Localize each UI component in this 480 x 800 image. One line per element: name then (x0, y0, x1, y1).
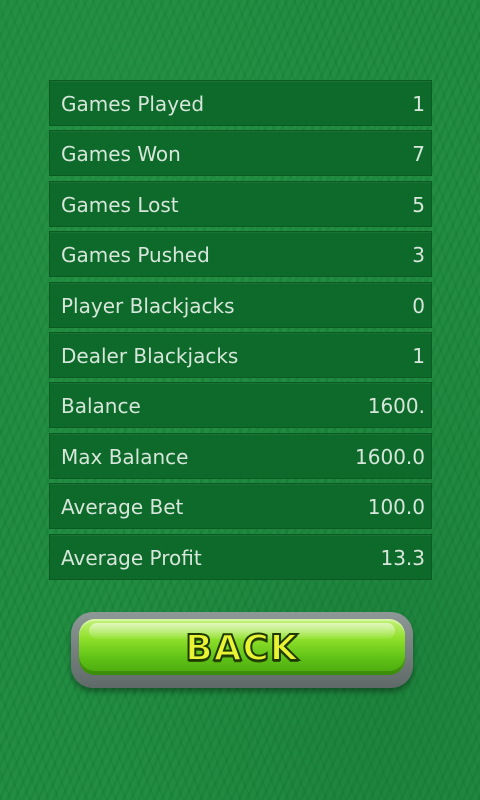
stat-row-dealer-blackjacks: Dealer Blackjacks 1 (49, 331, 432, 378)
stat-value: 0 (412, 293, 425, 318)
stat-value: 13.3 (380, 545, 425, 570)
stat-label: Average Bet (61, 495, 184, 520)
stat-value: 5 (412, 192, 425, 217)
stat-label: Games Pushed (61, 243, 210, 268)
stat-value: 1 (412, 343, 425, 368)
stat-row-games-lost: Games Lost 5 (49, 180, 432, 227)
stat-row-games-played: Games Played 1 (49, 80, 432, 126)
back-button-face[interactable]: BACK (79, 619, 405, 675)
back-button-label: BACK (184, 627, 299, 670)
stat-label: Games Lost (61, 192, 179, 217)
stat-value: 7 (412, 142, 425, 167)
stat-value: 3 (412, 243, 425, 268)
stat-label: Dealer Blackjacks (61, 343, 239, 368)
stat-label: Balance (61, 394, 141, 419)
stat-row-max-balance: Max Balance 1600.0 (49, 432, 432, 479)
stat-value: 100.0 (367, 495, 425, 520)
back-button[interactable]: BACK (71, 612, 413, 688)
stat-label: Games Played (61, 92, 205, 116)
stat-row-average-bet: Average Bet 100.0 (49, 483, 432, 530)
stat-label: Average Profit (61, 545, 202, 570)
stat-value: 1 (412, 92, 425, 116)
stat-row-games-won: Games Won 7 (49, 130, 432, 177)
stat-value: 1600. (367, 394, 425, 419)
stat-row-balance: Balance 1600. (49, 382, 432, 429)
stat-label: Player Blackjacks (61, 293, 235, 318)
stat-row-average-profit: Average Profit 13.3 (49, 533, 432, 580)
stat-label: Games Won (61, 142, 181, 167)
stats-table: Games Played 1 Games Won 7 Games Lost 5 … (49, 80, 432, 584)
stat-row-games-pushed: Games Pushed 3 (49, 231, 432, 278)
stat-row-player-blackjacks: Player Blackjacks 0 (49, 281, 432, 328)
stat-label: Max Balance (61, 444, 189, 469)
stat-value: 1600.0 (355, 444, 425, 469)
